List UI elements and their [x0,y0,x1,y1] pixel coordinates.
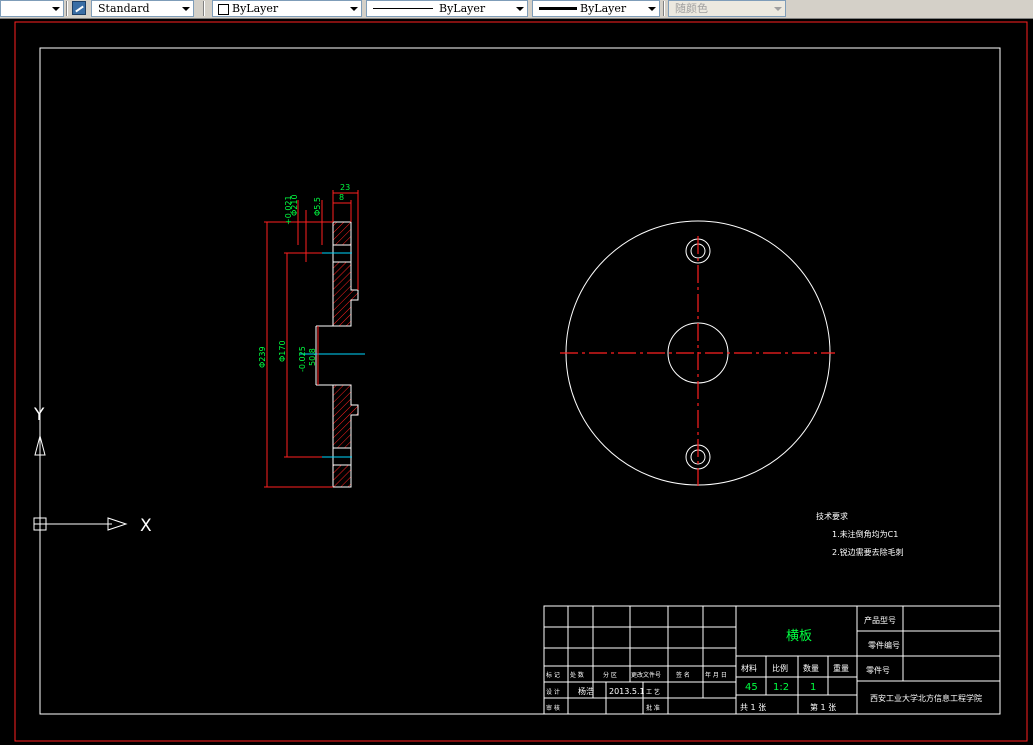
chevron-down-icon [516,7,524,11]
dim-text: Φ170 [278,340,287,362]
section-upper [332,221,359,327]
material-value: 45 [745,682,758,693]
toolbar-separator [66,1,68,16]
sheet-no: 第 1 张 [810,702,836,712]
chevron-down-icon [648,7,656,11]
text-style-select[interactable]: Standard [91,0,194,17]
color-swatch-icon [218,4,229,15]
plot-style-select[interactable]: 随颜色 [668,0,786,17]
front-view [560,220,835,488]
rev-label: 年 月 日 [705,671,727,679]
school-name: 西安工业大学北方信息工程学院 [870,693,982,703]
lineweight-select[interactable]: ByLayer [532,0,660,17]
ucs-y-label: Y [33,405,45,425]
dim-text: 23 [340,183,350,192]
check-label: 审 核 [546,704,560,712]
drawing-frame [39,47,1001,715]
qty-label: 数量 [803,663,819,673]
approve-label: 批 准 [646,704,660,712]
chevron-down-icon [774,7,782,11]
material-label: 材料 [741,663,757,673]
layer-value: ByLayer [232,2,279,15]
notes-title: 技术要求 [816,511,848,521]
drawing-canvas[interactable]: Y X +0.021 Φ210 Φ5.5 23 8 Φ239 Φ170 -0.0… [0,19,1033,745]
ucs-x-label: X [140,516,152,536]
chevron-down-icon [52,7,60,11]
dim-text: 8 [339,193,344,202]
notes-line-2: 2.锐边需要去除毛刺 [832,547,904,557]
section-lower [332,384,359,488]
properties-toolbar: Standard ByLayer ByLayer ByLayer 随颜色 [0,0,1033,19]
dim-text: -0.025 [298,346,307,372]
paper-boundary [14,21,1028,742]
part-no2-label: 零件号 [866,665,890,675]
dim-text: Φ5.5 [313,197,322,216]
text-style-value: Standard [98,2,150,15]
chevron-down-icon [182,7,190,11]
dim-text: Φ239 [258,346,267,368]
design-date: 2013.5.1 [609,687,645,696]
product-no-label: 产品型号 [864,615,896,625]
lineweight-value: ByLayer [580,2,627,15]
prev-dropdown[interactable] [0,0,64,17]
sheets-total: 共 1 张 [740,703,766,712]
linetype-sample-icon [373,8,433,9]
rev-label: 签 名 [676,671,690,679]
part-name: 横板 [786,629,812,644]
rev-label: 分 区 [603,671,617,679]
weight-label: 重量 [833,663,849,673]
rev-label: 更改文件号 [631,671,661,679]
ucs-icon [33,434,128,531]
std-label: 工 艺 [646,688,660,696]
plot-style-value: 随颜色 [675,2,708,15]
linetype-select[interactable]: ByLayer [366,0,528,17]
toolbar-separator [663,1,665,16]
design-label: 设 计 [546,688,560,696]
scale-value: 1:2 [773,682,789,693]
dim-text: Φ210 [290,194,299,216]
qty-value: 1 [810,682,816,693]
layer-select[interactable]: ByLayer [212,0,362,17]
lineweight-sample-icon [539,7,577,10]
scale-label: 比例 [772,663,788,673]
text-style-icon[interactable] [72,1,86,15]
linetype-value: ByLayer [439,2,486,15]
dim-text: 50.8 [308,348,317,366]
part-no-label: 零件编号 [868,640,900,650]
chevron-down-icon [350,7,358,11]
designer-name: 杨浩 [578,686,594,696]
rev-label: 标 记 [546,671,560,679]
toolbar-separator [203,1,205,16]
rev-label: 处 数 [570,671,584,679]
section-view: +0.021 Φ210 Φ5.5 23 8 Φ239 Φ170 -0.025 5… [258,183,365,488]
notes-line-1: 1.未注倒角均为C1 [832,529,898,539]
